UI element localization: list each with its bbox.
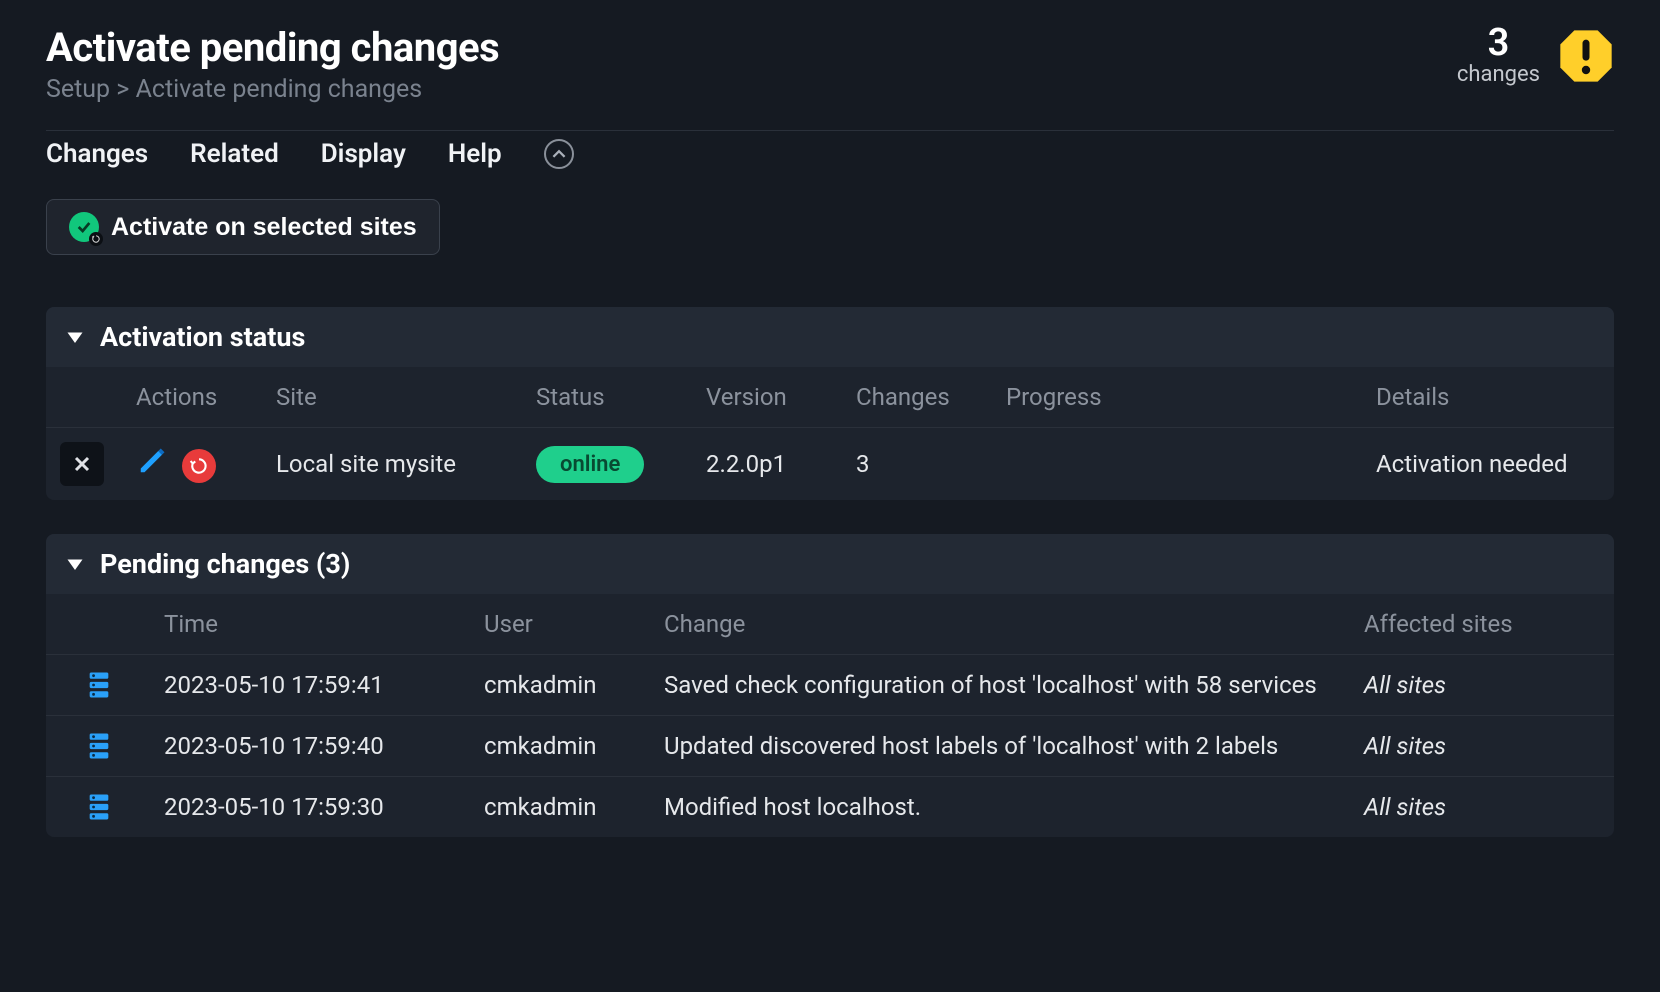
activation-status-panel: Activation status Actions Site Status Ve… — [46, 307, 1614, 500]
triangle-down-icon — [66, 328, 84, 346]
menu-display[interactable]: Display — [321, 139, 406, 169]
changes-count-label: changes — [1457, 62, 1540, 87]
header-left: Activate pending changes Setup > Activat… — [46, 24, 499, 104]
pending-changes-panel: Pending changes (3) Time User Change Aff… — [46, 534, 1614, 837]
table-row: 2023-05-10 17:59:30 cmkadmin Modified ho… — [46, 777, 1614, 838]
col-changes: Changes — [838, 367, 988, 428]
table-row: 2023-05-10 17:59:40 cmkadmin Updated dis… — [46, 716, 1614, 777]
close-icon — [73, 455, 91, 473]
warning-icon[interactable] — [1558, 28, 1614, 84]
pending-changes-title: Pending changes (3) — [100, 548, 350, 580]
col-user: User — [466, 594, 646, 655]
host-icon — [86, 730, 112, 762]
header-right: 3 changes — [1457, 24, 1614, 87]
cell-time: 2023-05-10 17:59:30 — [146, 777, 466, 838]
col-details: Details — [1358, 367, 1614, 428]
page-title: Activate pending changes — [46, 24, 499, 71]
table-row: 2023-05-10 17:59:41 cmkadmin Saved check… — [46, 655, 1614, 716]
breadcrumb[interactable]: Setup > Activate pending changes — [46, 75, 499, 104]
cell-site: Local site mysite — [258, 428, 518, 501]
activation-status-title: Activation status — [100, 321, 305, 353]
changes-count-number: 3 — [1457, 24, 1540, 62]
cell-user: cmkadmin — [466, 716, 646, 777]
activate-check-icon — [69, 212, 99, 242]
cell-time: 2023-05-10 17:59:41 — [146, 655, 466, 716]
col-change: Change — [646, 594, 1346, 655]
activate-button-label: Activate on selected sites — [111, 213, 417, 242]
cell-changes: 3 — [838, 428, 988, 501]
col-affected: Affected sites — [1346, 594, 1614, 655]
triangle-down-icon — [66, 555, 84, 573]
activate-on-selected-button[interactable]: Activate on selected sites — [46, 199, 440, 255]
menu-help[interactable]: Help — [448, 139, 502, 169]
edit-icon[interactable] — [136, 445, 168, 477]
site-select-checkbox[interactable] — [60, 442, 104, 486]
cell-user: cmkadmin — [466, 777, 646, 838]
pending-changes-header[interactable]: Pending changes (3) — [46, 534, 1614, 594]
menu-changes[interactable]: Changes — [46, 139, 148, 169]
cell-affected: All sites — [1346, 655, 1614, 716]
cell-change: Saved check configuration of host 'local… — [646, 655, 1346, 716]
cell-progress — [988, 428, 1358, 501]
page-header: Activate pending changes Setup > Activat… — [46, 24, 1614, 104]
col-version: Version — [688, 367, 838, 428]
menu-related[interactable]: Related — [190, 139, 279, 169]
table-row: Local site mysite online 2.2.0p1 3 Activ… — [46, 428, 1614, 501]
activation-status-header[interactable]: Activation status — [46, 307, 1614, 367]
cell-time: 2023-05-10 17:59:40 — [146, 716, 466, 777]
chevron-up-icon — [552, 147, 566, 161]
host-icon — [86, 669, 112, 701]
col-actions: Actions — [118, 367, 258, 428]
status-badge: online — [536, 446, 644, 483]
collapse-toggle[interactable] — [544, 139, 574, 169]
col-progress: Progress — [988, 367, 1358, 428]
table-header-row: Actions Site Status Version Changes Prog… — [46, 367, 1614, 428]
cell-user: cmkadmin — [466, 655, 646, 716]
changes-counter[interactable]: 3 changes — [1457, 24, 1540, 87]
cell-change: Modified host localhost. — [646, 777, 1346, 838]
table-header-row: Time User Change Affected sites — [46, 594, 1614, 655]
menubar: Changes Related Display Help — [46, 130, 1614, 187]
col-time: Time — [146, 594, 466, 655]
col-status: Status — [518, 367, 688, 428]
cell-details: Activation needed — [1358, 428, 1614, 501]
col-checkbox — [46, 367, 118, 428]
cell-version: 2.2.0p1 — [688, 428, 838, 501]
activation-status-table: Actions Site Status Version Changes Prog… — [46, 367, 1614, 500]
cell-affected: All sites — [1346, 716, 1614, 777]
pending-changes-table: Time User Change Affected sites 2023-05-… — [46, 594, 1614, 837]
col-site: Site — [258, 367, 518, 428]
host-icon — [86, 791, 112, 823]
cell-affected: All sites — [1346, 777, 1614, 838]
col-icon — [46, 594, 146, 655]
cell-change: Updated discovered host labels of 'local… — [646, 716, 1346, 777]
restart-icon[interactable] — [182, 449, 216, 483]
